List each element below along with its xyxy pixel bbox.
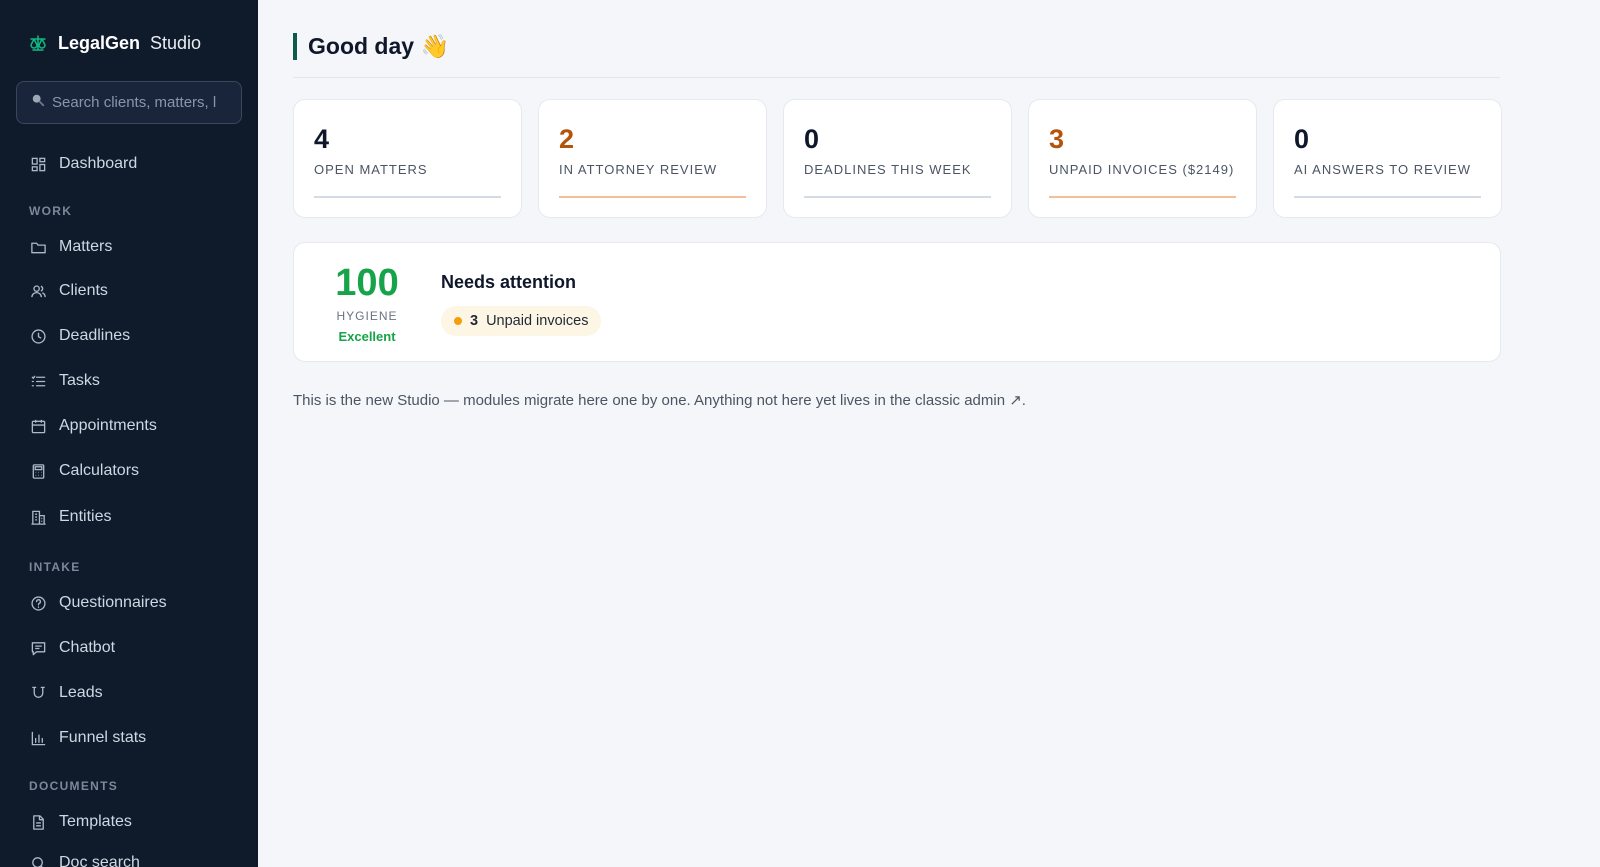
scale-icon [28,33,48,53]
kpi-accent-bar [1049,196,1236,198]
kpi-label: OPEN MATTERS [314,162,428,177]
sidebar-item-funnel-stats[interactable]: Funnel stats [0,720,258,756]
kpi-value: 4 [314,124,330,154]
kpi-card-ai-answers[interactable]: 0 AI ANSWERS TO REVIEW [1273,99,1502,218]
magnet-icon [32,686,45,698]
kpi-card-attorney-review[interactable]: 2 IN ATTORNEY REVIEW [538,99,767,218]
sidebar-item-deadlines[interactable]: Deadlines [0,318,258,354]
sidebar-item-label: Deadlines [59,327,131,344]
kpi-card-open-matters[interactable]: 4 OPEN MATTERS [293,99,522,218]
brand-name-bold: LegalGen [58,32,141,53]
sidebar-item-label: Appointments [59,417,157,434]
sidebar-item-label: Calculators [59,462,140,479]
list-icon [31,375,46,386]
sidebar-item-label: Funnel stats [59,729,147,746]
grid-icon [31,157,46,171]
footnote-text: This is the new Studio — modules migrate… [293,392,1010,409]
search-box[interactable] [16,81,242,124]
kpi-card-deadlines-week[interactable]: 0 DEADLINES THIS WEEK [783,99,1012,218]
section-title-documents: DOCUMENTS [29,779,119,793]
search-icon [31,93,45,112]
hygiene-score-value: 100 [335,262,399,304]
sidebar-item-label: Dashboard [59,155,138,172]
sidebar-item-calculators[interactable]: Calculators [0,453,258,489]
calculator-icon [32,463,45,479]
brand[interactable]: LegalGen Studio [28,30,201,56]
kpi-accent-bar [804,196,991,198]
bar-chart-icon [31,731,46,745]
kpi-label: AI ANSWERS TO REVIEW [1294,162,1471,177]
kpi-value: 0 [1294,124,1310,154]
folder-icon [31,242,46,253]
sidebar-item-label: Doc search [59,854,140,867]
sidebar-item-label: Questionnaires [59,594,167,611]
file-icon [33,814,44,830]
kpi-value: 2 [559,124,575,154]
chat-icon [31,641,46,655]
kpi-accent-bar [314,196,501,198]
sidebar-item-label: Tasks [59,372,100,389]
footnote-end: . [1021,392,1026,409]
brand-name-rest: Studio [150,32,202,53]
kpi-value: 3 [1049,124,1065,154]
hygiene-card: 100 HYGIENE Excellent Needs attention 3 … [293,242,1501,362]
sidebar-item-dashboard[interactable]: Dashboard [0,146,258,182]
kpi-card-unpaid-invoices[interactable]: 3 UNPAID INVOICES ($2149) [1028,99,1257,218]
kpi-accent-bar [1294,196,1481,198]
sidebar-item-tasks[interactable]: Tasks [0,363,258,399]
sidebar-item-questionnaires[interactable]: Questionnaires [0,585,258,621]
kpi-label: DEADLINES THIS WEEK [804,162,972,177]
question-icon [31,595,46,611]
divider [293,77,1500,78]
sidebar-item-label: Chatbot [59,639,116,656]
main-content: Good day 👋 4 OPEN MATTERS 2 IN ATTORNEY … [258,0,1600,867]
kpi-label: UNPAID INVOICES ($2149) [1049,162,1235,177]
attention-item-count: 3 [470,313,479,329]
sidebar-item-templates[interactable]: Templates [0,804,258,840]
sidebar-item-label: Templates [59,813,132,830]
page-title: Good day 👋 [293,33,449,60]
attention-item-label: Unpaid invoices [486,313,589,329]
kpi-accent-bar [559,196,746,198]
attention-item-unpaid-invoices[interactable]: 3 Unpaid invoices [441,306,602,336]
section-title-intake: INTAKE [29,560,81,574]
sidebar-item-chatbot[interactable]: Chatbot [0,630,258,666]
sidebar-item-doc-search[interactable]: Doc search [0,845,258,867]
hygiene-score: 100 HYGIENE Excellent [322,261,412,344]
status-dot [454,317,462,325]
sidebar-item-label: Entities [59,508,112,525]
sidebar: LegalGen Studio Dashboard WORK Matters C… [0,0,258,867]
sidebar-item-label: Clients [59,282,108,299]
footnote: This is the new Studio — modules migrate… [293,391,1026,409]
sidebar-item-clients[interactable]: Clients [0,273,258,309]
sidebar-item-leads[interactable]: Leads [0,675,258,711]
attention-title: Needs attention [441,272,577,292]
sidebar-item-label: Matters [59,238,113,255]
sidebar-item-label: Leads [59,684,103,701]
search-input[interactable] [52,94,222,111]
hygiene-label: HYGIENE [336,309,398,323]
building-icon [31,510,46,525]
sidebar-item-entities[interactable]: Entities [0,499,258,535]
classic-admin-link-arrow[interactable]: ↗ [1009,392,1022,409]
search-icon [32,856,44,867]
users-icon [31,284,46,297]
sidebar-item-matters[interactable]: Matters [0,229,258,265]
kpi-value: 0 [804,124,820,154]
clock-icon [31,328,46,344]
kpi-label: IN ATTORNEY REVIEW [559,162,718,177]
calendar-icon [31,419,46,433]
hygiene-grade: Excellent [338,329,396,344]
sidebar-item-appointments[interactable]: Appointments [0,408,258,444]
section-title-work: WORK [29,204,73,218]
